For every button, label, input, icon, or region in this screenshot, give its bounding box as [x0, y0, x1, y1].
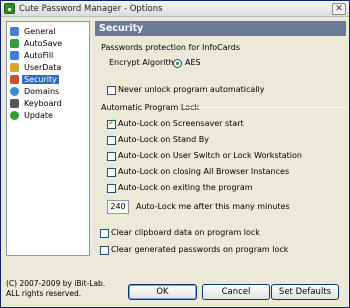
nav-item-keyboard[interactable]: Keyboard [10, 97, 88, 109]
passwords-protection-label: Passwords protection for InfoCards [101, 43, 241, 52]
minutes-label: Auto-Lock me after this many minutes [136, 202, 290, 211]
ok-button[interactable]: OK [128, 284, 197, 300]
app-icon [4, 3, 15, 14]
nav-item-label: Security [22, 74, 59, 84]
panel-header: Security [95, 21, 346, 36]
keyboard-icon [10, 98, 19, 108]
nav-item-label: AutoFill [24, 50, 54, 60]
nav-item-update[interactable]: Update [10, 109, 88, 121]
nav-item-label: General [24, 26, 56, 36]
auto-lock-exit-checkbox[interactable] [107, 184, 116, 193]
aes-radio[interactable] [173, 59, 182, 68]
auto-lock-user-switch-label: Auto-Lock on User Switch or Lock Worksta… [118, 151, 302, 160]
autosave-icon [10, 38, 19, 48]
options-nav-tree[interactable]: General AutoSave AutoFill UserData Secur… [6, 21, 90, 256]
nav-item-label: AutoSave [24, 38, 63, 48]
aes-label: AES [185, 58, 201, 67]
section-divider [185, 107, 345, 108]
title-bar[interactable]: Cute Password Manager - Options ✕ [1, 1, 349, 17]
nav-item-label: UserData [24, 62, 62, 72]
domains-icon [10, 86, 19, 96]
nav-item-autofill[interactable]: AutoFill [10, 49, 88, 61]
encrypt-algorithm-label: Encrypt Algorithm [109, 58, 182, 67]
auto-lock-standby-checkbox[interactable] [107, 136, 116, 145]
never-unlock-checkbox[interactable] [107, 86, 116, 95]
options-window: Cute Password Manager - Options ✕ Genera… [0, 0, 350, 308]
auto-lock-screensaver-checkbox[interactable] [107, 118, 116, 129]
auto-lock-browser-close-label: Auto-Lock on closing All Browser Instanc… [118, 167, 290, 176]
security-icon [10, 74, 19, 84]
clear-generated-checkbox[interactable] [100, 246, 109, 255]
clear-generated-label: Clear generated passwords on program loc… [111, 245, 289, 254]
cancel-button[interactable]: Cancel [202, 284, 270, 300]
nav-item-general[interactable]: General [10, 25, 88, 37]
nav-item-domains[interactable]: Domains [10, 85, 88, 97]
close-button[interactable]: ✕ [332, 3, 346, 15]
nav-item-label: Domains [24, 86, 60, 96]
auto-lock-standby-label: Auto-Lock on Stand By [118, 135, 209, 144]
nav-item-userdata[interactable]: UserData [10, 61, 88, 73]
copyright: (C) 2007-2009 by iBit-Lab. ALL rights re… [6, 279, 105, 299]
never-unlock-label: Never unlock program automatically [118, 85, 265, 94]
set-defaults-button[interactable]: Set Defaults [271, 284, 339, 300]
clear-clipboard-checkbox[interactable] [100, 229, 109, 238]
minutes-input[interactable]: 240 [107, 200, 129, 214]
nav-item-label: Keyboard [24, 98, 62, 108]
nav-item-autosave[interactable]: AutoSave [10, 37, 88, 49]
userdata-icon [10, 62, 19, 72]
nav-item-security[interactable]: Security [10, 73, 88, 85]
clear-clipboard-label: Clear clipboard data on program lock [111, 228, 260, 237]
auto-lock-browser-close-checkbox[interactable] [107, 168, 116, 177]
auto-lock-screensaver-label: Auto-Lock on Screensaver start [118, 119, 244, 128]
window-title: Cute Password Manager - Options [19, 4, 163, 14]
nav-item-label: Update [24, 110, 53, 120]
auto-lock-exit-label: Auto-Lock on exiting the program [118, 183, 253, 192]
auto-lock-user-switch-checkbox[interactable] [107, 152, 116, 161]
copyright-line-2: ALL rights reserved. [6, 289, 82, 298]
autofill-icon [10, 50, 19, 60]
general-icon [10, 26, 19, 36]
copyright-line-1: (C) 2007-2009 by iBit-Lab. [6, 279, 106, 288]
update-icon [10, 110, 19, 120]
